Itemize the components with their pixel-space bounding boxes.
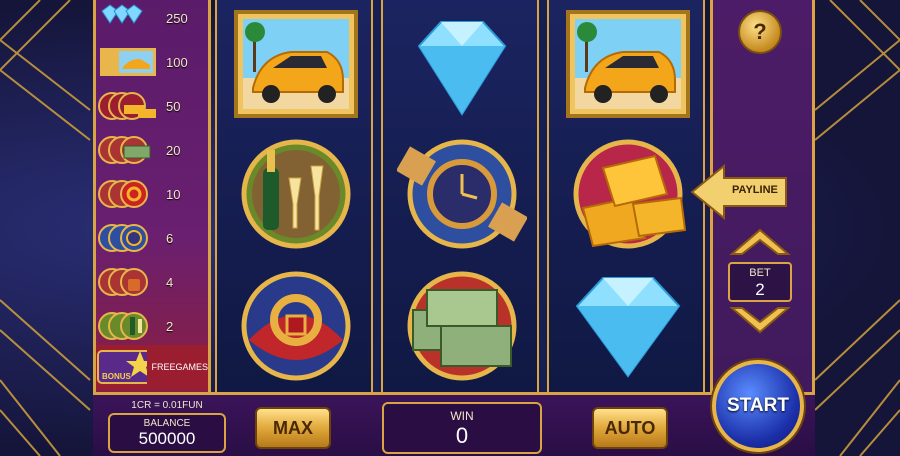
- bonus-icon: BONUS: [97, 350, 148, 384]
- freegames-label: FREEGAMES: [151, 362, 208, 372]
- win-value: 0: [455, 423, 469, 448]
- paytable-row: 6: [98, 220, 210, 256]
- reel-1: [215, 0, 373, 392]
- car-icon: [98, 45, 160, 79]
- reel-3: [547, 0, 705, 392]
- payout-value: 250: [166, 10, 188, 26]
- balance-display: BALANCE 500000: [108, 413, 226, 453]
- ring-icon: [98, 177, 160, 211]
- gold-bars-icon: [563, 138, 693, 250]
- payline-indicator: PAYLINE: [690, 163, 790, 221]
- paytable-row: 250: [98, 0, 210, 36]
- reel-2: [381, 0, 539, 392]
- paytable: 250 100 50 20 10 6 4 2 BONUS FREEGAMES: [93, 0, 211, 392]
- payout-value: 6: [166, 230, 174, 246]
- start-label: START: [727, 395, 789, 416]
- bet-down-chevron-icon[interactable]: [728, 304, 792, 336]
- auto-label: AUTO: [604, 417, 656, 438]
- payout-value: 4: [166, 274, 174, 290]
- payout-value: 20: [166, 142, 181, 158]
- watch-icon: [396, 138, 528, 250]
- balance-label: BALANCE: [143, 418, 191, 429]
- bet-display: BET 2: [728, 262, 792, 302]
- help-button[interactable]: ?: [738, 10, 782, 54]
- balance-value: 500000: [138, 429, 196, 448]
- paytable-row: 2: [98, 308, 210, 344]
- paytable-row: 20: [98, 132, 210, 168]
- paytable-row: 50: [98, 88, 210, 124]
- reels-area: [215, 0, 705, 392]
- start-button[interactable]: START: [712, 360, 804, 452]
- credit-rate: 1CR = 0.01FUN: [131, 400, 203, 411]
- perfume-icon: [98, 265, 160, 299]
- cash-icon: [98, 133, 160, 167]
- payout-value: 50: [166, 98, 181, 114]
- payout-value: 100: [166, 54, 188, 70]
- car-icon: [563, 8, 693, 120]
- bet-label: BET: [749, 267, 771, 279]
- win-label: WIN: [450, 409, 474, 423]
- freegames-row: BONUS FREEGAMES: [96, 345, 208, 389]
- payline-label: PAYLINE: [732, 184, 778, 196]
- paytable-row: 10: [98, 176, 210, 212]
- car-icon: [231, 8, 361, 120]
- ring-icon: [231, 270, 361, 382]
- max-button[interactable]: MAX: [255, 407, 331, 449]
- champagne-icon: [98, 309, 160, 343]
- diamond-icon: [563, 270, 693, 382]
- diamond-icon: [397, 10, 527, 122]
- payout-value: 10: [166, 186, 181, 202]
- bet-up-chevron-icon[interactable]: [728, 226, 792, 258]
- champagne-icon: [231, 138, 361, 250]
- max-label: MAX: [273, 417, 313, 438]
- paytable-row: 4: [98, 264, 210, 300]
- watch-icon: [98, 221, 160, 255]
- gold-bars-icon: [98, 89, 160, 123]
- svg-text:BONUS: BONUS: [102, 372, 132, 381]
- auto-button[interactable]: AUTO: [592, 407, 668, 449]
- payout-value: 2: [166, 318, 174, 334]
- win-display: WIN 0: [382, 402, 542, 454]
- diamond-icon: [98, 1, 160, 35]
- bet-value: 2: [755, 280, 765, 299]
- paytable-row: 100: [98, 44, 210, 80]
- help-label: ?: [753, 19, 767, 44]
- cash-icon: [397, 270, 527, 382]
